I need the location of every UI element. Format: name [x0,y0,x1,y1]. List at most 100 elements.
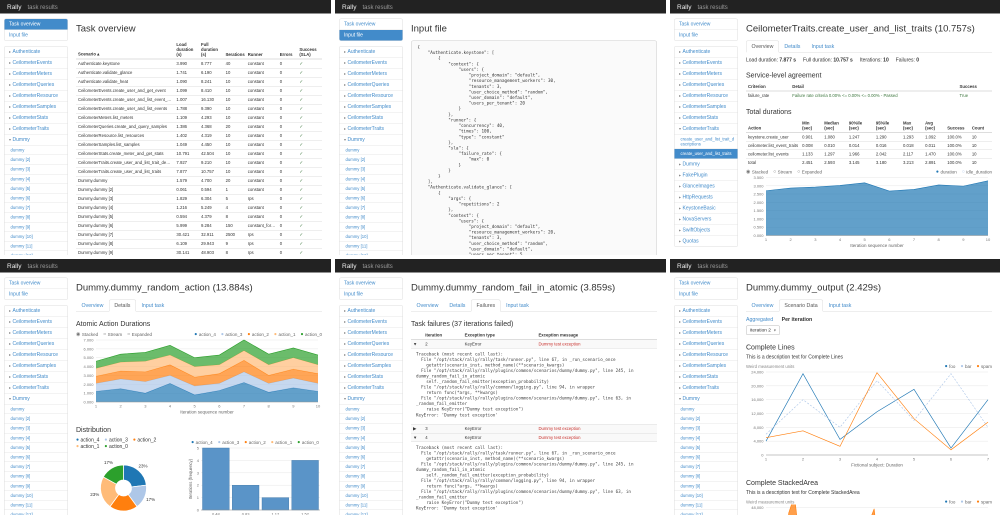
sidebar-sub-item[interactable]: dummy [2] [5,414,68,424]
tab-input-task[interactable]: Input task [823,300,857,312]
sidebar-group-authenticate[interactable]: ▸Authenticate [340,306,403,317]
sidebar-group-ceilometerstats[interactable]: ▸CeilometerStats [5,371,68,382]
sidebar-sub-item[interactable]: dummy [5] [340,183,403,193]
sidebar-sub-item[interactable]: create_user_and_list_trait_descriptions [675,134,738,149]
sidebar-sub-item[interactable]: dummy [11] [340,500,403,510]
tab-details[interactable]: Details [109,300,136,312]
sidebar-item-input-file[interactable]: Input file [340,30,403,41]
tab-details[interactable]: Details [779,41,806,53]
tab-scenario-data[interactable]: Scenario Data [779,300,823,312]
sidebar-group-ceilometermeters[interactable]: ▸CeilometerMeters [675,327,738,338]
sidebar-sub-item[interactable]: dummy [3] [340,164,403,174]
sidebar-sub-item[interactable]: dummy [3] [5,164,68,174]
sidebar-group-ceilometerresource[interactable]: ▸CeilometerResource [675,90,738,101]
rally-brand[interactable]: Rally [342,262,356,270]
sidebar-sub-item[interactable]: dummy [6] [5,452,68,462]
sidebar-group-dummy[interactable]: ▾Dummy [340,134,403,145]
sidebar-group-ceilometerqueries[interactable]: ▸CeilometerQueries [340,79,403,90]
sidebar-sub-item[interactable]: dummy [2] [340,155,403,165]
sidebar-sub-item[interactable]: dummy [6] [340,193,403,203]
tab-input-task[interactable]: Input task [136,300,170,312]
sidebar-sub-item[interactable]: dummy [8] [5,212,68,222]
sidebar-group-ceilometersamples[interactable]: ▸CeilometerSamples [5,101,68,112]
tab-input-task[interactable]: Input task [806,41,840,53]
sidebar-sub-item[interactable]: dummy [6] [5,193,68,203]
sidebar-group-ceilometerqueries[interactable]: ▸CeilometerQueries [5,79,68,90]
sidebar-item-task-overview[interactable]: Task overview [340,278,403,289]
sidebar-group-ceilometermeters[interactable]: ▸CeilometerMeters [5,68,68,79]
sidebar-group-dummy[interactable]: ▸Dummy [675,158,738,169]
tab-input-task[interactable]: Input task [501,300,535,312]
iteration-select[interactable]: iteration 2▾ [746,326,780,336]
sidebar-sub-item[interactable]: dummy [11] [675,500,738,510]
failure-row[interactable]: ▶3KeyErrorDummy test exception [411,424,657,433]
sidebar-group-ceilometerstats[interactable]: ▸CeilometerStats [5,112,68,123]
sidebar-sub-item[interactable]: dummy [9] [5,481,68,491]
sidebar-sub-item[interactable]: dummy [2] [675,414,738,424]
sidebar-sub-item[interactable]: create_user_and_list_traits [675,149,738,159]
sidebar-sub-item[interactable]: dummy [12] [340,251,403,255]
sidebar-sub-item[interactable]: dummy [4] [340,174,403,184]
sidebar-group-authenticate[interactable]: ▸Authenticate [5,47,68,58]
failure-row[interactable]: ▼4KeyErrorDummy test exception [411,433,657,442]
sidebar-sub-item[interactable]: dummy [8] [340,212,403,222]
sidebar-sub-item[interactable]: dummy [675,404,738,414]
sidebar-group-ceilometertraits[interactable]: ▾CeilometerTraits [675,123,738,134]
sidebar-group-ceilometerstats[interactable]: ▸CeilometerStats [675,371,738,382]
sidebar-sub-item[interactable]: dummy [6] [340,452,403,462]
sidebar-item-task-overview[interactable]: Task overview [675,19,738,30]
sidebar-item-input-file[interactable]: Input file [675,289,738,300]
sidebar-group-ceilometermeters[interactable]: ▸CeilometerMeters [340,68,403,79]
legend-item-action_2[interactable]: ●action_2 [133,437,156,443]
sidebar-group-ceilometertraits[interactable]: ▸CeilometerTraits [5,382,68,393]
sidebar-sub-item[interactable]: dummy [12] [5,510,68,515]
rally-brand[interactable]: Rally [7,3,21,11]
sidebar-sub-item[interactable]: dummy [4] [5,174,68,184]
sidebar-sub-item[interactable]: dummy [10] [5,490,68,500]
sidebar-item-task-overview[interactable]: Task overview [5,19,68,30]
sidebar-sub-item[interactable]: dummy [11] [340,241,403,251]
sidebar-sub-item[interactable]: dummy [4] [5,433,68,443]
sidebar-group-httprequests[interactable]: ▸HttpRequests [675,191,738,202]
sidebar-item-input-file[interactable]: Input file [340,289,403,300]
sidebar-item-input-file[interactable]: Input file [675,30,738,41]
sidebar-sub-item[interactable]: dummy [5,404,68,414]
sidebar-item-input-file[interactable]: Input file [5,30,68,41]
sidebar-group-ceilometersamples[interactable]: ▸CeilometerSamples [340,101,403,112]
sidebar-sub-item[interactable]: dummy [5] [675,442,738,452]
sidebar-group-ceilometermeters[interactable]: ▸CeilometerMeters [675,68,738,79]
sidebar-group-ceilometersamples[interactable]: ▸CeilometerSamples [5,360,68,371]
sidebar-sub-item[interactable]: dummy [340,404,403,414]
sidebar-sub-item[interactable]: dummy [2] [5,155,68,165]
sidebar-group-ceilometertraits[interactable]: ▸CeilometerTraits [340,123,403,134]
sidebar-group-ceilometerresource[interactable]: ▸CeilometerResource [5,349,68,360]
sidebar-group-keystonebasic[interactable]: ▸KeystoneBasic [675,202,738,213]
sidebar-group-glanceimages[interactable]: ▸GlanceImages [675,180,738,191]
sidebar-sub-item[interactable]: dummy [10] [675,490,738,500]
sidebar-sub-item[interactable]: dummy [10] [5,231,68,241]
sidebar-group-ceilometerstats[interactable]: ▸CeilometerStats [675,112,738,123]
sidebar-group-ceilometerevents[interactable]: ▸CeilometerEvents [340,57,403,68]
tab-overview[interactable]: Overview [76,300,109,312]
sidebar-group-authenticate[interactable]: ▸Authenticate [675,47,738,58]
sidebar-group-quotas[interactable]: ▸Quotas [675,235,738,246]
sidebar-sub-item[interactable]: dummy [7] [675,462,738,472]
sidebar-group-authenticate[interactable]: ▸Authenticate [5,306,68,317]
sidebar-sub-item[interactable]: dummy [7] [5,203,68,213]
tab-details[interactable]: Details [444,300,471,312]
sidebar-group-authenticate[interactable]: ▸Authenticate [675,306,738,317]
sidebar-group-ceilometerstats[interactable]: ▸CeilometerStats [340,112,403,123]
sidebar-group-dummy[interactable]: ▾Dummy [675,393,738,404]
sidebar-group-ceilometersamples[interactable]: ▸CeilometerSamples [675,101,738,112]
sidebar-sub-item[interactable]: dummy [11] [5,500,68,510]
sidebar-item-task-overview[interactable]: Task overview [340,19,403,30]
sidebar-group-ceilometerstats[interactable]: ▸CeilometerStats [340,371,403,382]
sidebar-sub-item[interactable]: dummy [3] [340,423,403,433]
sidebar-group-ceilometerresource[interactable]: ▸CeilometerResource [5,90,68,101]
sidebar-group-ceilometersamples[interactable]: ▸CeilometerSamples [675,360,738,371]
sidebar-sub-item[interactable]: dummy [7] [340,462,403,472]
sidebar-sub-item[interactable]: dummy [12] [675,510,738,515]
sidebar-sub-item[interactable]: dummy [4] [340,433,403,443]
tab-overview[interactable]: Overview [411,300,444,312]
sidebar-group-dummy[interactable]: ▾Dummy [5,134,68,145]
